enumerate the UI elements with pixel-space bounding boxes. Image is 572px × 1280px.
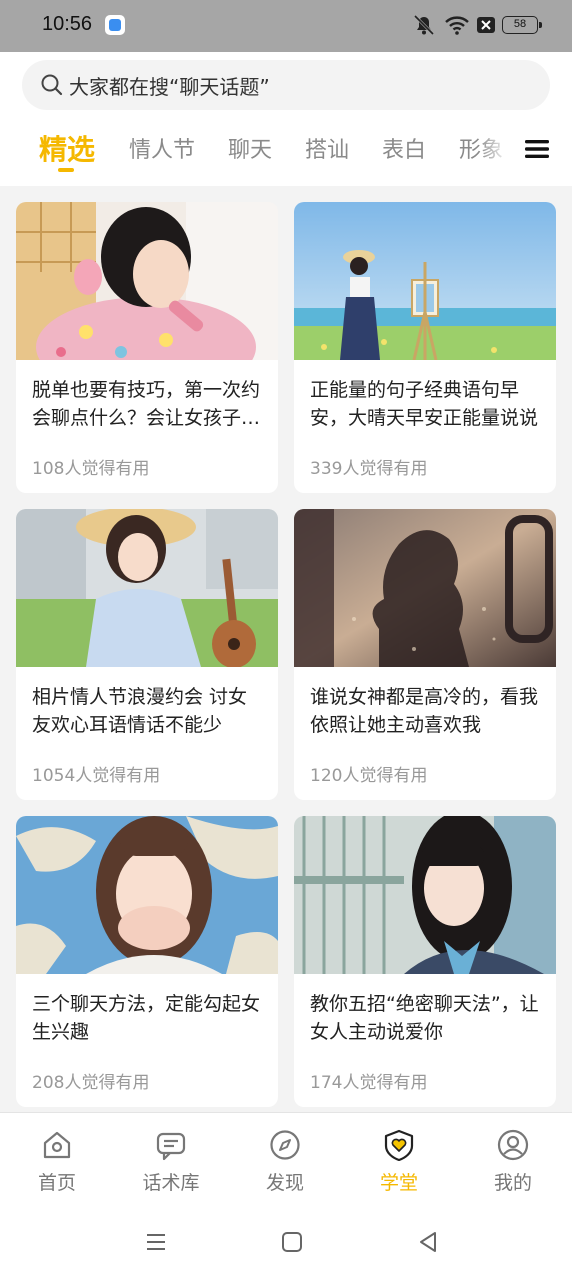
article-title: 谁说女神都是高冷的，看我依照让她主动喜欢我 — [310, 686, 539, 736]
nav-academy[interactable]: 学堂 — [342, 1113, 456, 1205]
shield-heart-icon — [384, 1129, 414, 1161]
article-card[interactable]: 相片情人节浪漫约会 讨女友欢心耳语情话不能少 1054人觉得有用 — [16, 509, 278, 800]
status-bar: 10:56 58 — [0, 0, 572, 52]
nav-home[interactable]: 首页 — [0, 1113, 114, 1205]
article-title: 三个聊天方法，定能勾起女生兴趣 — [32, 993, 261, 1043]
article-useful-count: 174人觉得有用 — [310, 1073, 428, 1093]
nav-label-academy: 学堂 — [379, 1172, 418, 1194]
tab-valentines[interactable]: 情人节 — [129, 132, 195, 164]
header: 大家都在搜“聊天话题” 精选 情人节 聊天 搭讪 表白 形象 — [0, 52, 572, 186]
article-thumbnail — [16, 816, 278, 974]
article-useful-count: 1054人觉得有用 — [32, 766, 161, 786]
tab-pickup[interactable]: 搭讪 — [305, 132, 349, 164]
menu-icon[interactable] — [524, 138, 550, 160]
status-time: 10:56 — [42, 13, 93, 35]
recent-apps-icon[interactable] — [144, 1230, 168, 1254]
article-useful-count: 108人觉得有用 — [32, 459, 150, 479]
home-icon — [43, 1131, 71, 1159]
tab-featured[interactable]: 精选 — [39, 128, 95, 168]
article-useful-count: 120人觉得有用 — [310, 766, 428, 786]
article-thumbnail — [294, 816, 556, 974]
sim-off-icon — [477, 17, 495, 33]
article-thumbnail — [294, 202, 556, 360]
system-navigation-bar — [0, 1204, 572, 1280]
tab-confession[interactable]: 表白 — [382, 132, 426, 164]
article-card[interactable]: 教你五招“绝密聊天法”，让女人主动说爱你 174人觉得有用 — [294, 816, 556, 1107]
battery-indicator: 58 — [502, 16, 542, 34]
nav-label-scripts: 话术库 — [142, 1172, 200, 1194]
wifi-icon — [445, 16, 469, 35]
mute-bell-icon — [413, 14, 435, 36]
article-useful-count: 339人觉得有用 — [310, 459, 428, 479]
article-thumbnail — [294, 509, 556, 667]
article-card[interactable]: 三个聊天方法，定能勾起女生兴趣 208人觉得有用 — [16, 816, 278, 1107]
tabs-fade — [478, 126, 510, 176]
article-title: 相片情人节浪漫约会 讨女友欢心耳语情话不能少 — [32, 686, 248, 736]
article-card[interactable]: 谁说女神都是高冷的，看我依照让她主动喜欢我 120人觉得有用 — [294, 509, 556, 800]
nav-scripts[interactable]: 话术库 — [114, 1113, 228, 1205]
article-card[interactable]: 正能量的句子经典语句早安，大晴天早安正能量说说 339人觉得有用 — [294, 202, 556, 493]
article-title: 教你五招“绝密聊天法”，让女人主动说爱你 — [310, 993, 539, 1043]
tab-chat[interactable]: 聊天 — [228, 132, 272, 164]
home-button-icon[interactable] — [280, 1230, 304, 1254]
article-useful-count: 208人觉得有用 — [32, 1073, 150, 1093]
nav-profile[interactable]: 我的 — [456, 1113, 570, 1205]
chat-bubble-icon — [156, 1132, 186, 1161]
compass-icon — [270, 1130, 300, 1160]
user-icon — [497, 1129, 529, 1161]
search-icon — [41, 74, 63, 96]
nav-label-discover: 发现 — [265, 1172, 304, 1194]
category-tabs: 精选 情人节 聊天 搭讪 表白 形象 — [0, 126, 510, 176]
nav-discover[interactable]: 发现 — [228, 1113, 342, 1205]
active-tab-indicator — [58, 168, 74, 172]
nav-label-profile: 我的 — [493, 1172, 532, 1194]
article-title: 正能量的句子经典语句早安，大晴天早安正能量说说 — [310, 379, 539, 429]
nav-label-home: 首页 — [37, 1172, 76, 1194]
bottom-navigation: 首页 话术库 发现 学堂 我的 — [0, 1112, 572, 1204]
app-notification-icon — [105, 15, 125, 35]
search-bar[interactable]: 大家都在搜“聊天话题” — [22, 60, 550, 110]
article-thumbnail — [16, 509, 278, 667]
back-icon[interactable] — [416, 1230, 440, 1254]
search-placeholder: 大家都在搜“聊天话题” — [69, 75, 270, 99]
article-thumbnail — [16, 202, 278, 360]
article-title: 脱单也要有技巧，第一次约会聊点什么？会让女孩子对你印象深刻 — [32, 379, 261, 429]
article-feed: 脱单也要有技巧，第一次约会聊点什么？会让女孩子对你印象深刻 108人觉得有用 正… — [0, 186, 572, 1112]
article-card[interactable]: 脱单也要有技巧，第一次约会聊点什么？会让女孩子对你印象深刻 108人觉得有用 — [16, 202, 278, 493]
